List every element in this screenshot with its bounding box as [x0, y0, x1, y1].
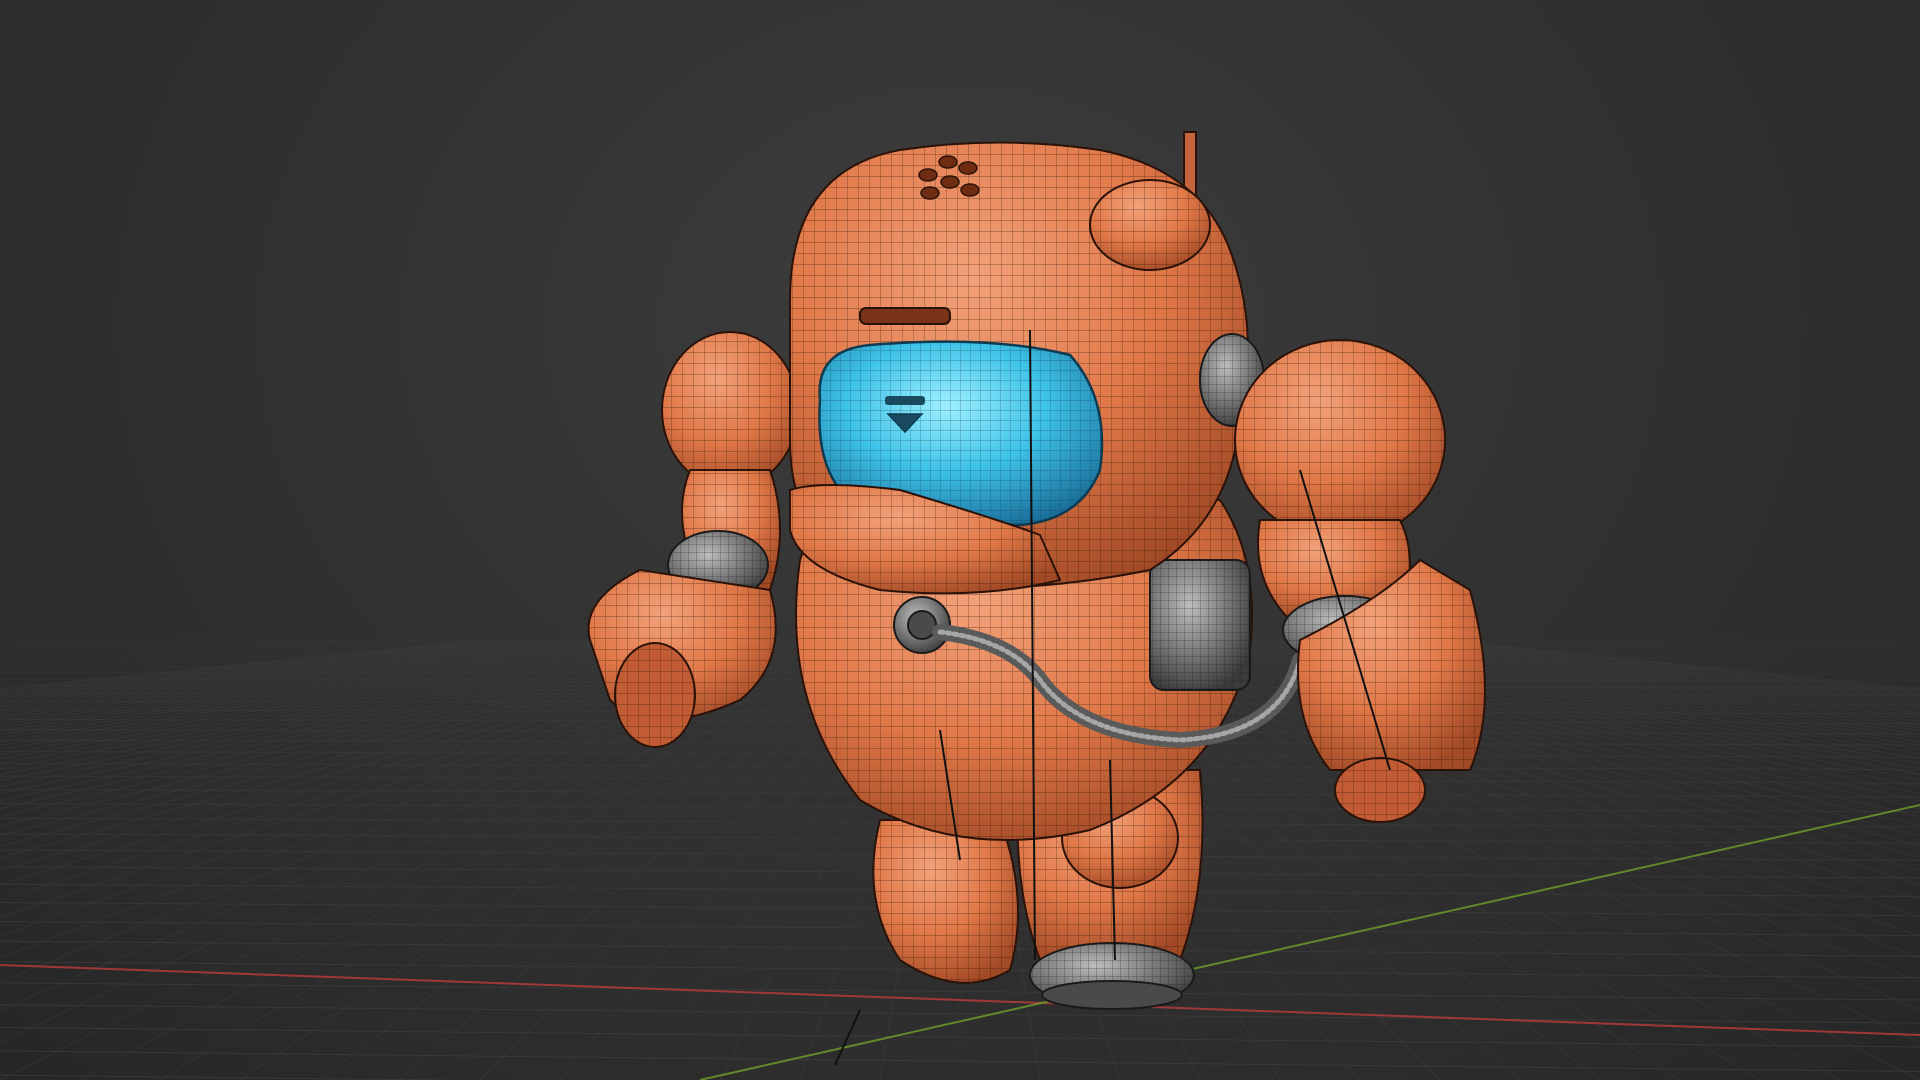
grid-line [0, 639, 705, 775]
grid-line [0, 639, 673, 755]
grid-line [0, 639, 593, 720]
foot [1029, 942, 1195, 1010]
grid-line [0, 639, 585, 717]
3d-viewport[interactable] [0, 0, 1920, 1080]
grid-line [159, 639, 881, 1080]
mech-robot-model[interactable] [587, 131, 1486, 1066]
brow-slot [859, 307, 951, 325]
grid-line [0, 639, 697, 770]
viewport-scene[interactable] [0, 0, 1920, 1080]
left-arm [587, 331, 799, 748]
left-leg [872, 819, 1019, 984]
grid-line [0, 639, 481, 690]
